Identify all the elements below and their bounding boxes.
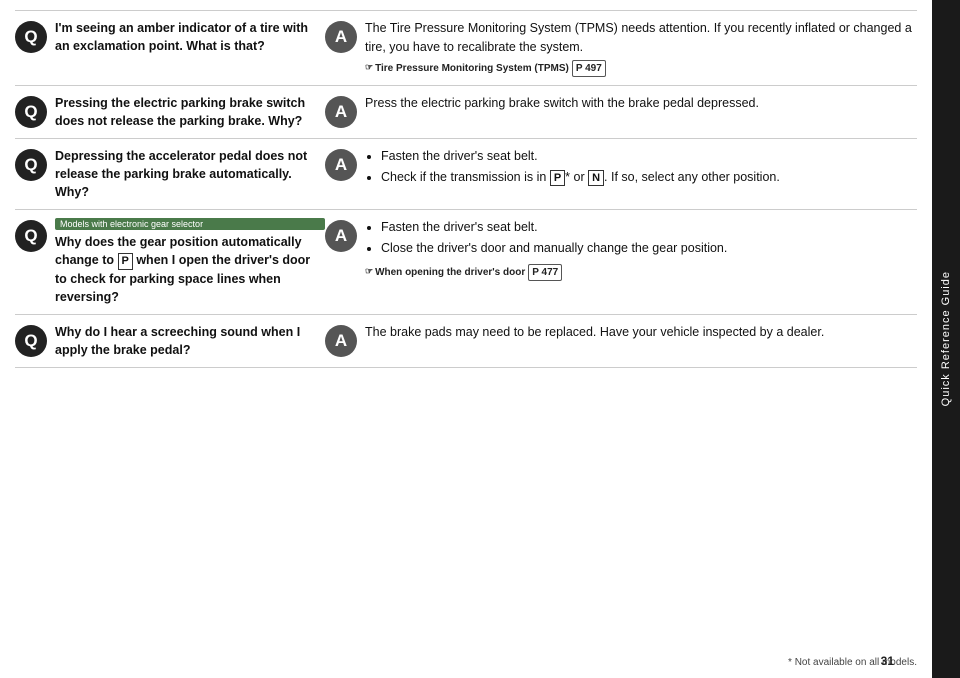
q4-q-icon: Q <box>15 220 47 252</box>
q4-page-ref: P 477 <box>528 264 562 281</box>
q5-answer-side: A The brake pads may need to be replaced… <box>325 323 917 357</box>
q2-answer-side: A Press the electric parking brake switc… <box>325 94 917 128</box>
q1-answer-text: The Tire Pressure Monitoring System (TPM… <box>365 19 917 77</box>
q4-a-icon: A <box>325 220 357 252</box>
q3-answer-side: A Fasten the driver's seat belt. Check i… <box>325 147 917 189</box>
q4-question-side: Q Models with electronic gear selector W… <box>15 218 325 306</box>
q5-answer-text: The brake pads may need to be replaced. … <box>365 323 824 342</box>
q4-answer-side: A Fasten the driver's seat belt. Close t… <box>325 218 917 281</box>
main-content: Q I'm seeing an amber indicator of a tir… <box>0 0 932 678</box>
q2-question-text: Pressing the electric parking brake swit… <box>55 94 325 130</box>
qa-row-4: Q Models with electronic gear selector W… <box>15 210 917 315</box>
p-box-q4: P <box>118 253 133 269</box>
q1-ref-link[interactable]: ☞ Tire Pressure Monitoring System (TPMS)… <box>365 60 606 77</box>
q5-question-text: Why do I hear a screeching sound when I … <box>55 323 325 359</box>
p-box: P <box>550 170 565 186</box>
q1-q-icon: Q <box>15 21 47 53</box>
qa-row-3: Q Depressing the accelerator pedal does … <box>15 139 917 210</box>
page-number: 31 <box>881 654 894 668</box>
q5-q-icon: Q <box>15 325 47 357</box>
qa-row-2: Q Pressing the electric parking brake sw… <box>15 86 917 139</box>
n-box: N <box>588 170 604 186</box>
q1-answer-side: A The Tire Pressure Monitoring System (T… <box>325 19 917 77</box>
q3-q-icon: Q <box>15 149 47 181</box>
sidebar-label: Quick Reference Guide <box>940 271 952 406</box>
q2-a-icon: A <box>325 96 357 128</box>
q2-q-icon: Q <box>15 96 47 128</box>
q2-question-side: Q Pressing the electric parking brake sw… <box>15 94 325 130</box>
q3-question-text: Depressing the accelerator pedal does no… <box>55 147 325 201</box>
q1-question-text: I'm seeing an amber indicator of a tire … <box>55 19 325 55</box>
qa-row-5: Q Why do I hear a screeching sound when … <box>15 315 917 368</box>
sidebar: Quick Reference Guide <box>932 0 960 678</box>
qa-row-1: Q I'm seeing an amber indicator of a tir… <box>15 10 917 86</box>
q1-ref-label: Tire Pressure Monitoring System (TPMS) <box>375 61 569 76</box>
q4-answer-text: Fasten the driver's seat belt. Close the… <box>365 218 727 281</box>
q5-question-side: Q Why do I hear a screeching sound when … <box>15 323 325 359</box>
q2-answer-text: Press the electric parking brake switch … <box>365 94 759 113</box>
model-badge: Models with electronic gear selector <box>55 218 325 230</box>
q1-question-side: Q I'm seeing an amber indicator of a tir… <box>15 19 325 55</box>
q4-door-ref[interactable]: ☞ When opening the driver's door P 477 <box>365 264 562 281</box>
q4-door-ref-label: When opening the driver's door <box>375 265 525 280</box>
q1-a-icon: A <box>325 21 357 53</box>
q1-page-ref: P 497 <box>572 60 606 77</box>
q3-a-icon: A <box>325 149 357 181</box>
q5-a-icon: A <box>325 325 357 357</box>
q3-question-side: Q Depressing the accelerator pedal does … <box>15 147 325 201</box>
q3-answer-text: Fasten the driver's seat belt. Check if … <box>365 147 780 189</box>
q4-question-text: Why does the gear position automatically… <box>55 233 325 306</box>
footnote: * Not available on all models. <box>15 653 917 668</box>
